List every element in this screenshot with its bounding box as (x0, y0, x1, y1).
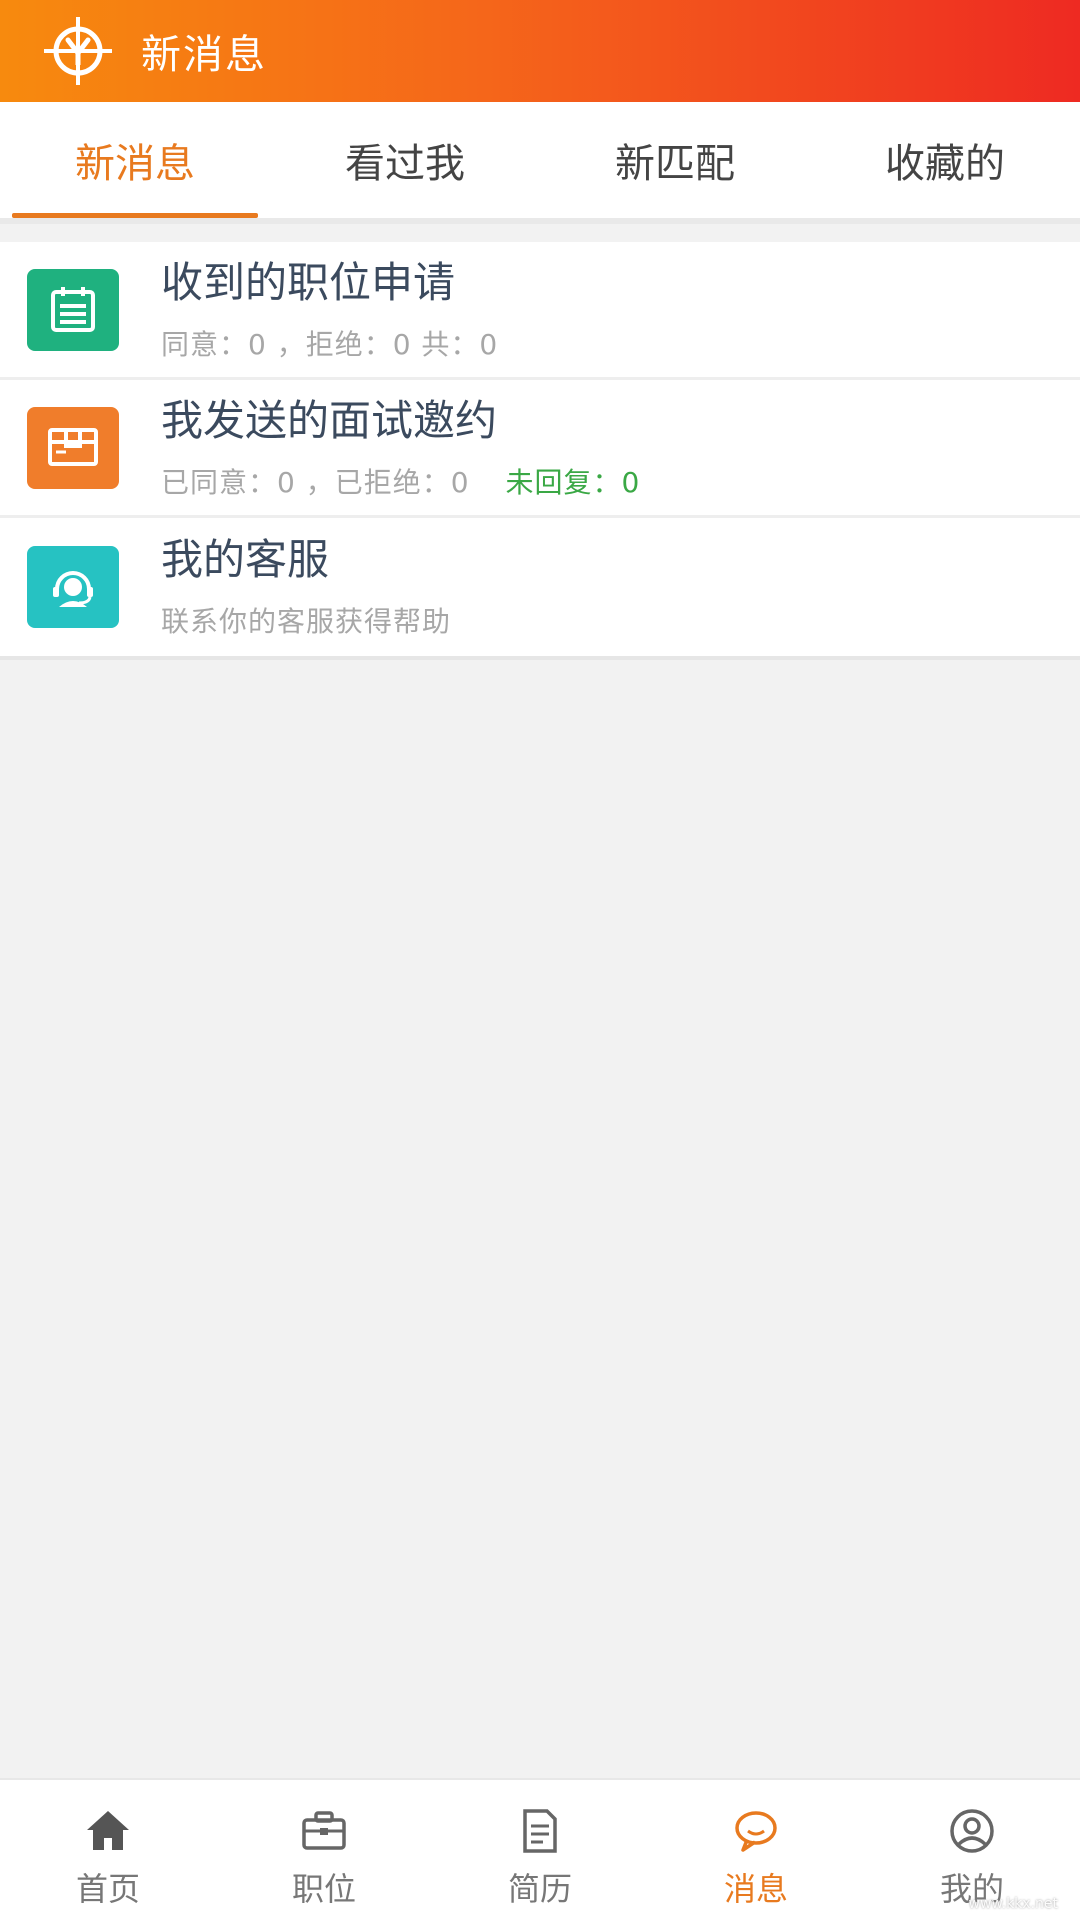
chat-bubble-icon (735, 1811, 777, 1852)
tab-new-matches[interactable]: 新匹配 (540, 102, 810, 218)
nav-label: 首页 (75, 1870, 140, 1908)
nav-label: 职位 (291, 1870, 356, 1908)
clipboard-icon (27, 268, 119, 351)
top-app-bar: 新消息 (0, 0, 1080, 102)
list-item-title: 我的客服 (161, 535, 330, 584)
list-item-subtitle: 已同意：0 ，已拒绝：0 (161, 465, 470, 499)
watermark: www.kkx.net (968, 1896, 1058, 1912)
page-title: 新消息 (141, 32, 267, 78)
nav-resume[interactable]: 简历 (432, 1780, 648, 1920)
list-item-title: 我发送的面试邀约 (161, 395, 498, 445)
crosshair-y-logo-icon[interactable] (40, 13, 116, 89)
message-list: 收到的职位申请 同意：0 ，拒绝：0 共：0 我发送的面试邀约 已同意：0 ，已… (0, 242, 1080, 660)
tab-new-messages[interactable]: 新消息 (0, 102, 270, 218)
list-item-title: 收到的职位申请 (161, 257, 456, 307)
nav-label: 简历 (507, 1870, 572, 1908)
headset-support-icon (27, 546, 119, 628)
list-item-customer-service[interactable]: 我的客服 联系你的客服获得帮助 (0, 518, 1080, 656)
nav-home[interactable]: 首页 (0, 1780, 216, 1920)
tab-viewed-me[interactable]: 看过我 (270, 102, 540, 218)
list-item-interview-invites[interactable]: 我发送的面试邀约 已同意：0 ，已拒绝：0 未回复：0 (0, 380, 1080, 518)
bottom-navigation: 首页 职位 简历 消息 我的 (0, 1778, 1080, 1920)
list-item-subtitle: 联系你的客服获得帮助 (161, 605, 452, 638)
tab-favorites[interactable]: 收藏的 (810, 102, 1080, 218)
nav-messages[interactable]: 消息 (648, 1780, 864, 1920)
list-item-subtitle: 同意：0 ，拒绝：0 共：0 (161, 327, 499, 361)
document-icon (523, 1809, 557, 1853)
pending-reply-count: 未回复：0 (505, 465, 641, 499)
briefcase-icon (302, 1811, 346, 1850)
user-circle-icon (950, 1809, 994, 1853)
tab-bar: 新消息 看过我 新匹配 收藏的 (0, 102, 1080, 224)
list-item-job-applications[interactable]: 收到的职位申请 同意：0 ，拒绝：0 共：0 (0, 242, 1080, 380)
home-icon (87, 1811, 129, 1850)
nav-jobs[interactable]: 职位 (216, 1780, 432, 1920)
box-icon (27, 406, 119, 489)
nav-label: 消息 (723, 1870, 788, 1908)
